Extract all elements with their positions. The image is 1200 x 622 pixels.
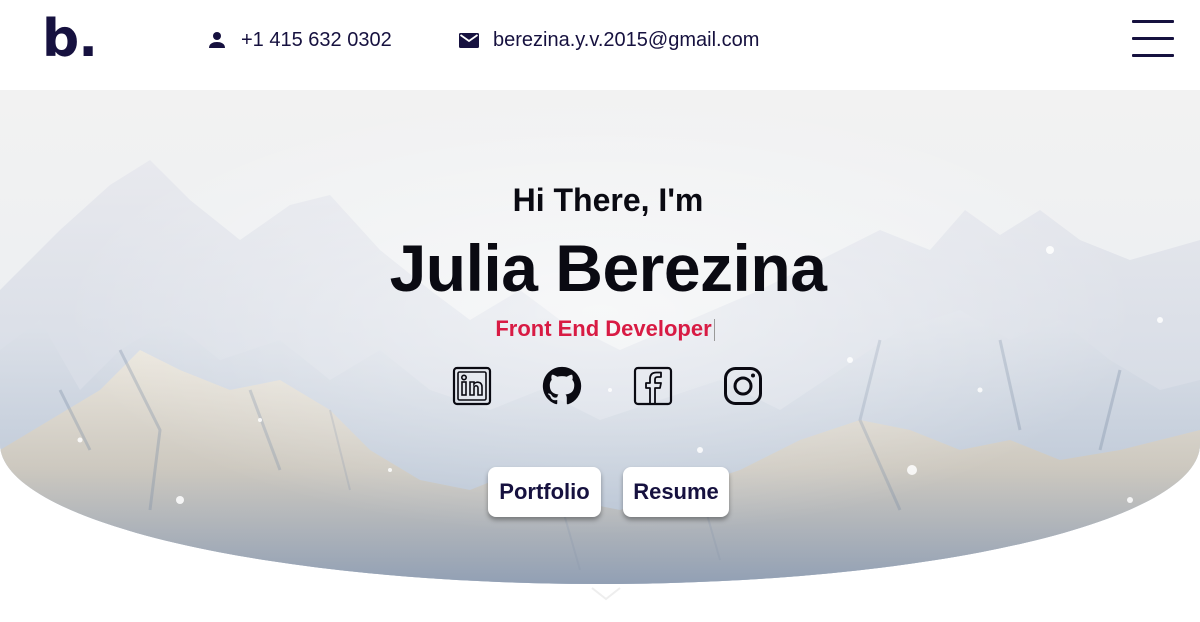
portfolio-button[interactable]: Portfolio [488,467,601,517]
resume-button[interactable]: Resume [623,467,729,517]
menu-line [1132,37,1174,40]
social-links [452,366,772,408]
person-icon [205,28,229,52]
linkedin-icon[interactable] [452,366,492,406]
phone-contact[interactable]: +1 415 632 0302 [205,26,392,54]
hero-content: Hi There, I'm Julia Berezina Front End D… [0,90,1200,584]
mail-icon [457,28,481,52]
hero-name: Julia Berezina [389,231,827,305]
chevron-down-icon[interactable] [588,582,624,604]
facebook-icon[interactable] [633,366,673,406]
email-address: berezina.y.v.2015@gmail.com [493,28,760,51]
role-label: Front End Developer [495,316,712,341]
menu-line [1132,54,1174,57]
role-text: Front End Developer [0,316,1200,342]
site-header: b. +1 415 632 0302 berezina.y.v.2015@gma… [0,0,1200,90]
instagram-icon[interactable] [723,366,763,406]
github-icon[interactable] [542,366,582,406]
hero-section: Hi There, I'm Julia Berezina Front End D… [0,90,1200,584]
hamburger-menu-icon[interactable] [1132,20,1174,58]
logo[interactable]: b. [42,6,98,72]
email-contact[interactable]: berezina.y.v.2015@gmail.com [457,26,759,54]
greeting-text: Hi There, I'm [512,182,704,218]
menu-line [1132,20,1174,23]
phone-number: +1 415 632 0302 [241,28,392,51]
typing-cursor [713,319,715,342]
